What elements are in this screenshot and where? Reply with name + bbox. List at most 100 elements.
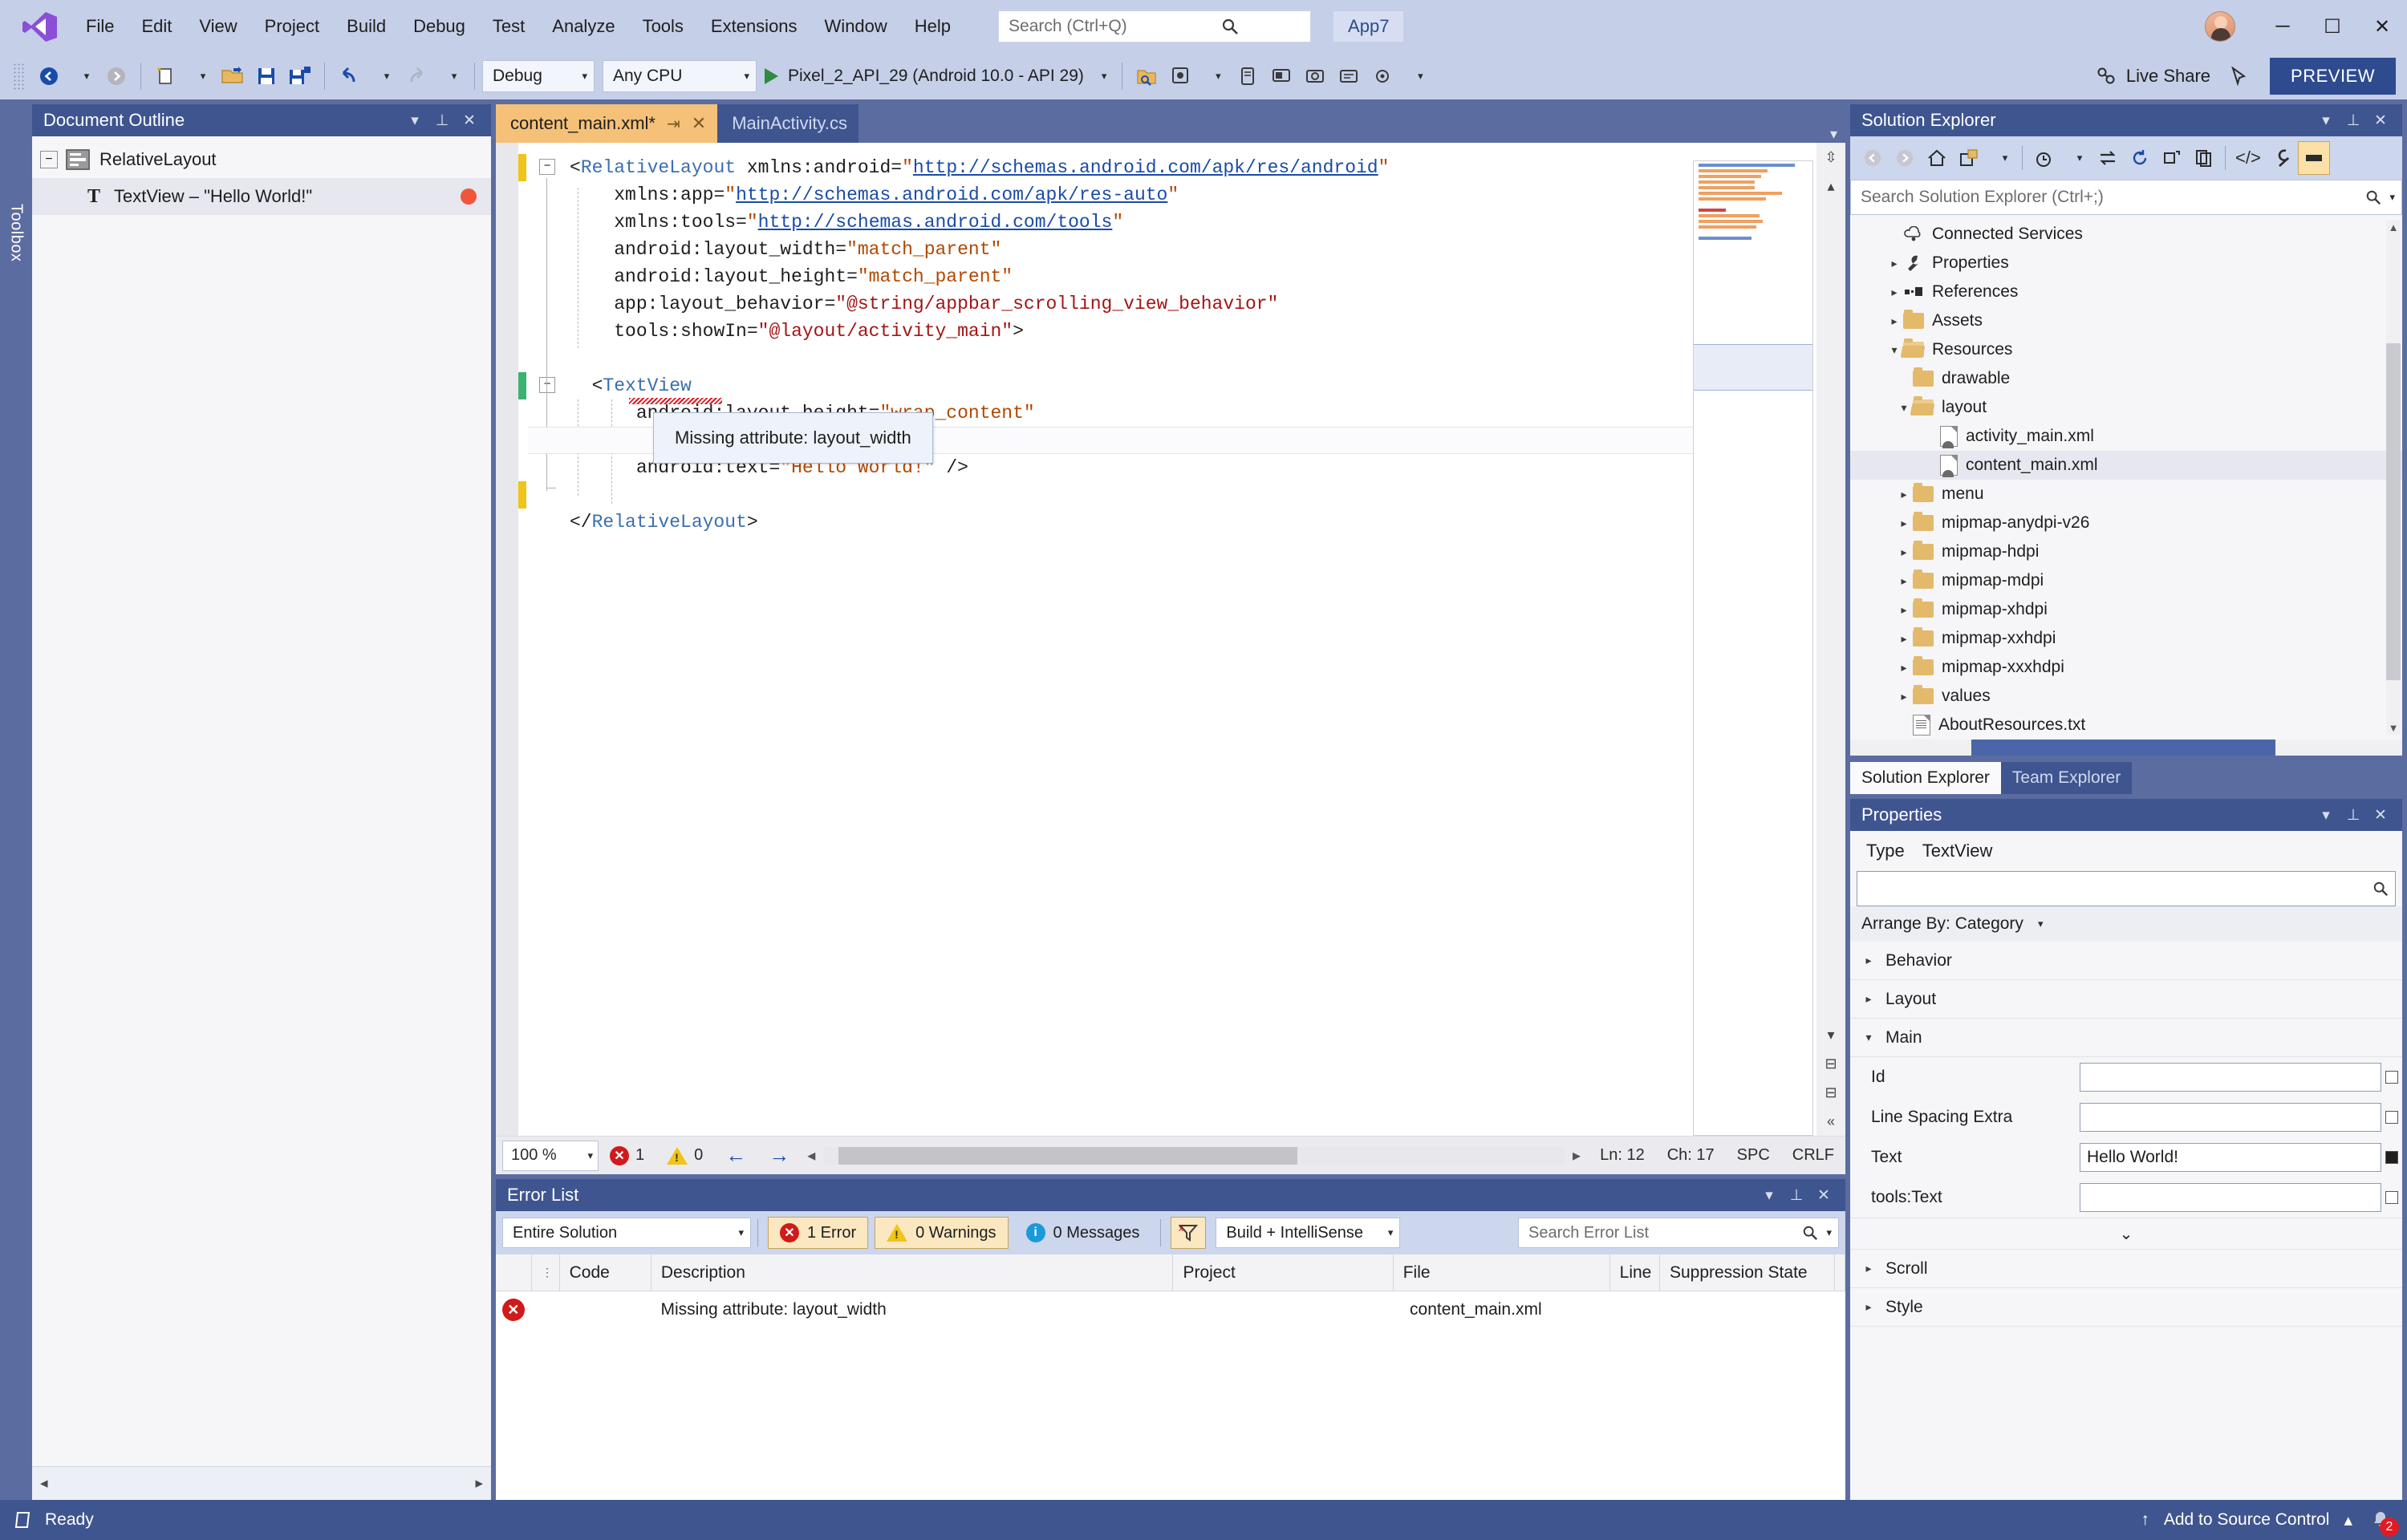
chevron-right-icon-3[interactable]: ▸	[1885, 314, 1903, 328]
next-issue-button[interactable]: →	[757, 1143, 801, 1168]
property-category-scroll[interactable]: ▸ Scroll	[1850, 1250, 2402, 1288]
menu-test[interactable]: Test	[479, 10, 538, 43]
close-tab-icon[interactable]: ✕	[692, 113, 706, 134]
chevron-right-icon-m5[interactable]: ▸	[1895, 632, 1913, 646]
properties-search-input[interactable]	[1857, 871, 2396, 906]
save-all-button[interactable]	[283, 59, 317, 94]
property-input-id[interactable]	[2080, 1063, 2381, 1092]
se-scroll-up-icon[interactable]: ▲	[2386, 220, 2401, 234]
close-icon-el[interactable]: ✕	[1810, 1186, 1837, 1205]
zoom-combo[interactable]: 100 % ▾	[502, 1140, 599, 1171]
se-sync-button[interactable]	[2092, 141, 2124, 175]
chevron-right-icon-behavior[interactable]: ▸	[1860, 954, 1877, 967]
platform-combo[interactable]: Any CPU ▾	[603, 60, 757, 92]
col-file[interactable]: File	[1394, 1254, 1610, 1291]
line-ending-mode[interactable]: CRLF	[1781, 1146, 1845, 1165]
se-pending-changes-button[interactable]	[1953, 141, 1985, 175]
chevron-down-icon-main[interactable]: ▾	[1860, 1031, 1877, 1044]
new-project-dropdown[interactable]: ▾	[182, 59, 216, 94]
editor-vertical-scrollbar[interactable]: ⇳ ▴ ▾ ⊟ ⊟ «	[1816, 143, 1845, 1136]
redo-dropdown[interactable]: ▾	[433, 59, 467, 94]
android-emulator-manager-icon[interactable]	[1163, 59, 1197, 94]
properties-arrange-by[interactable]: Arrange By: Category ▾	[1850, 906, 2402, 942]
se-search-dropdown-icon[interactable]: ▾	[2389, 191, 2395, 204]
redo-button[interactable]	[400, 59, 433, 94]
clear-filter-button[interactable]: x	[1171, 1217, 1207, 1249]
tree-item-connected-services[interactable]: Connected Services	[1850, 220, 2402, 249]
tree-item-mipmap-xxhdpi[interactable]: ▸ mipmap-xxhdpi	[1850, 624, 2402, 653]
document-outline-hscroll[interactable]: ◂ ▸	[32, 1466, 491, 1500]
search-dropdown-icon[interactable]: ▾	[1826, 1226, 1832, 1239]
tab-mainactivity-cs[interactable]: MainActivity.cs	[717, 104, 859, 143]
menu-tools[interactable]: Tools	[629, 10, 697, 43]
add-to-source-control-label[interactable]: Add to Source Control	[2164, 1510, 2330, 1530]
property-category-layout[interactable]: ▸ Layout	[1850, 980, 2402, 1019]
col-line[interactable]: Line	[1610, 1254, 1660, 1291]
start-debug-button[interactable]: Pixel_2_API_29 (Android 10.0 - API 29) ▾	[757, 59, 1114, 94]
close-button[interactable]: ✕	[2357, 0, 2407, 53]
navigate-back-button[interactable]	[32, 59, 66, 94]
pin-tab-icon[interactable]: ⇥	[667, 114, 680, 134]
pin-icon-se[interactable]: ⊥	[2340, 111, 2367, 130]
expander-icon[interactable]: −	[40, 151, 58, 168]
toolbar-grip[interactable]	[13, 63, 26, 90]
tree-item-mipmap-xhdpi[interactable]: ▸ mipmap-xhdpi	[1850, 595, 2402, 624]
tree-item-properties[interactable]: ▸ Properties	[1850, 249, 2402, 278]
upload-arrow-icon[interactable]: ↑	[2141, 1510, 2149, 1530]
error-list-search-input[interactable]: Search Error List ▾	[1518, 1218, 1839, 1248]
tabstrip-overflow[interactable]: ▾	[1830, 126, 1845, 143]
tree-item-mipmap-anydpi-v26[interactable]: ▸ mipmap-anydpi-v26	[1850, 509, 2402, 537]
se-preview-selected-button[interactable]	[2297, 141, 2330, 175]
se-properties-button[interactable]	[2266, 141, 2298, 175]
scroll-split-icon[interactable]: ⇳	[1816, 143, 1845, 172]
scroll-right-icon[interactable]: ▸	[475, 1474, 483, 1493]
close-icon-se[interactable]: ✕	[2367, 111, 2394, 130]
open-file-button[interactable]	[216, 59, 250, 94]
menu-file[interactable]: File	[72, 10, 128, 43]
prev-issue-button[interactable]: ←	[714, 1143, 757, 1168]
code-text[interactable]: − − <RelativeLayout xmlns:android="http:…	[528, 143, 1693, 1136]
new-project-button[interactable]	[148, 59, 182, 94]
se-hscroll-thumb[interactable]	[1971, 740, 2275, 756]
undo-button[interactable]	[332, 59, 366, 94]
code-minimap[interactable]	[1693, 160, 1813, 1136]
se-forward-button[interactable]	[1889, 141, 1921, 175]
tree-item-aboutresources-txt[interactable]: AboutResources.txt	[1850, 711, 2402, 740]
dropdown-icon-pr[interactable]: ▾	[2312, 806, 2340, 825]
tree-item-resources[interactable]: ▾ Resources	[1850, 335, 2402, 364]
minimap-viewport[interactable]	[1694, 344, 1812, 391]
col-code[interactable]: Code	[560, 1254, 651, 1291]
save-button[interactable]	[250, 59, 283, 94]
minimize-button[interactable]: ─	[2258, 0, 2308, 53]
pin-icon[interactable]: ⊥	[428, 111, 456, 130]
menu-view[interactable]: View	[185, 10, 250, 43]
tree-item-layout[interactable]: ▾ layout	[1850, 393, 2402, 422]
table-row[interactable]: ✕ Missing attribute: layout_width conten…	[496, 1291, 1845, 1328]
se-vscroll-thumb[interactable]	[2386, 343, 2401, 680]
chevron-right-icon[interactable]: ▸	[1885, 257, 1903, 270]
property-category-style[interactable]: ▸ Style	[1850, 1288, 2402, 1327]
chevron-right-icon-scroll[interactable]: ▸	[1860, 1262, 1877, 1275]
property-marker-tools-text[interactable]	[2381, 1191, 2402, 1204]
chevron-right-icon-style[interactable]: ▸	[1860, 1300, 1877, 1314]
dropdown-icon-el[interactable]: ▾	[1756, 1186, 1783, 1205]
property-category-main[interactable]: ▾ Main	[1850, 1019, 2402, 1057]
editor-warning-count[interactable]: 0	[656, 1146, 714, 1165]
se-home-button[interactable]	[1921, 141, 1953, 175]
se-horizontal-scrollbar[interactable]	[1850, 740, 2402, 756]
hscroll-thumb[interactable]	[838, 1146, 1298, 1165]
property-input-tools-text[interactable]	[2080, 1183, 2381, 1212]
feedback-icon[interactable]	[2222, 59, 2255, 94]
scroll-left-icon[interactable]: ◂	[40, 1474, 48, 1493]
dropdown-icon-se[interactable]: ▾	[2312, 111, 2340, 130]
live-share-button[interactable]: Live Share	[2084, 59, 2222, 94]
chevron-right-icon-menu[interactable]: ▸	[1895, 488, 1913, 501]
scroll-up-icon[interactable]: ▴	[1816, 172, 1845, 201]
android-device-logcat-icon[interactable]	[1332, 59, 1366, 94]
tree-item-activity-main-xml[interactable]: activity_main.xml	[1850, 422, 2402, 451]
device-screenshot-icon[interactable]	[1298, 59, 1332, 94]
build-source-combo[interactable]: Build + IntelliSense ▾	[1216, 1218, 1401, 1248]
tree-item-mipmap-xxxhdpi[interactable]: ▸ mipmap-xxxhdpi	[1850, 653, 2402, 682]
chevron-right-icon-m6[interactable]: ▸	[1895, 661, 1913, 675]
col-suppression[interactable]: Suppression State	[1660, 1254, 1835, 1291]
